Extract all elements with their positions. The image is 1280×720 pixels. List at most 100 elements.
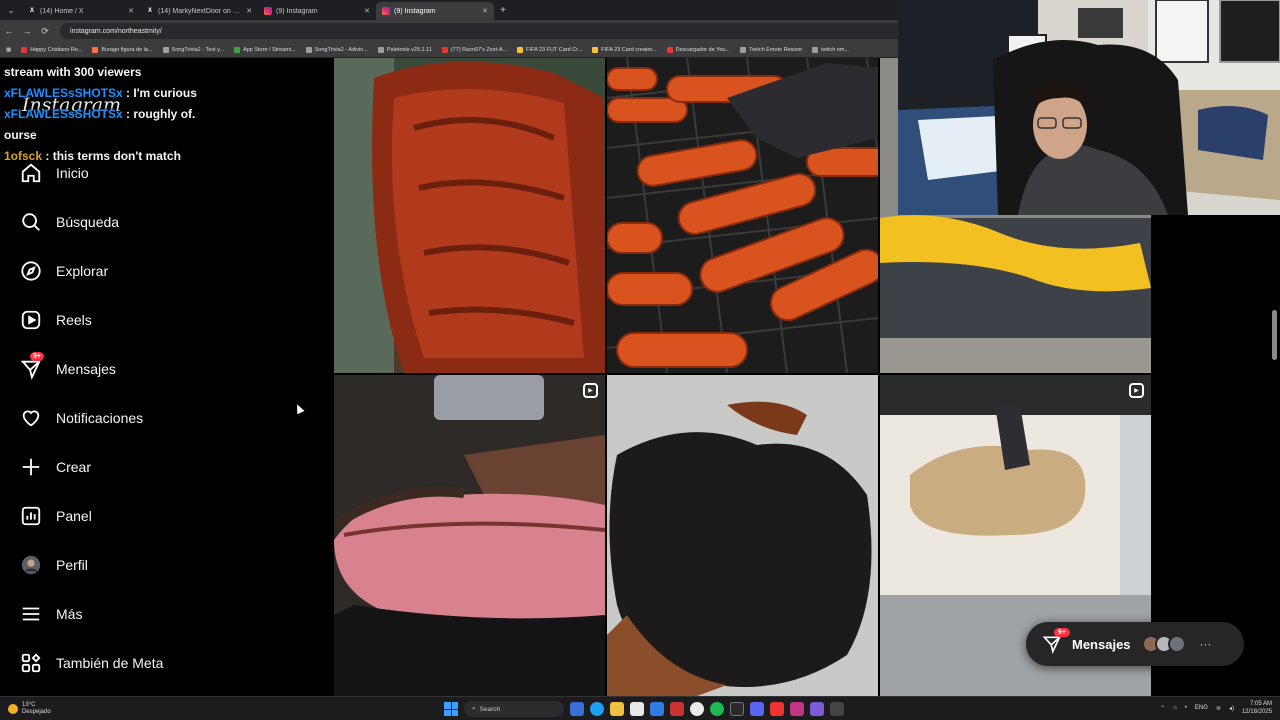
network-icon[interactable]: ⌂ [1173, 705, 1177, 711]
menu-icon [20, 603, 42, 625]
search-icon [20, 211, 42, 233]
windows-taskbar: 13°C Despejado ⌕ Search ⌃ ⌂ • ENG ≋ ◂) 7… [0, 696, 1280, 720]
sidebar-item-explorar[interactable]: Explorar [20, 256, 310, 286]
mail-icon[interactable] [650, 702, 664, 716]
browser-tab[interactable]: (9) Instagram ✕ [258, 2, 376, 20]
post-thumbnail[interactable]: ▶ [334, 375, 605, 696]
bookmark-item[interactable]: SongTrivia2 - Adivin... [305, 46, 368, 53]
sidebar-item-mensajes[interactable]: 9+ Mensajes [20, 352, 310, 384]
browser-tab[interactable]: X (14) Home / X ✕ [22, 2, 140, 20]
edge-icon[interactable] [590, 702, 604, 716]
weather-temp: 13°C [22, 701, 36, 708]
clock-time: 7:05 AM [1249, 701, 1272, 707]
instagram-icon [264, 7, 272, 15]
taskbar-search[interactable]: ⌕ Search [464, 701, 564, 717]
forward-arrow-icon[interactable]: → [18, 26, 36, 36]
windows-start-icon[interactable] [444, 702, 458, 716]
bookmark-item[interactable]: Happy Cristiano Ro... [21, 46, 82, 53]
spotify-icon[interactable] [710, 702, 724, 716]
post-thumbnail[interactable] [334, 58, 605, 373]
meta-apps-icon [20, 652, 42, 674]
close-icon[interactable]: ✕ [482, 7, 488, 15]
language-indicator[interactable]: ENG [1195, 705, 1208, 711]
url-field[interactable]: instagram.com/northeastmity/ [60, 23, 920, 39]
bookmark-item[interactable]: Twitch Emote Resizer [740, 46, 802, 53]
close-icon[interactable]: ✕ [246, 7, 252, 15]
bookmark-item[interactable]: SongTrivia2 - Test y... [162, 46, 224, 53]
tab-search-chevron-icon[interactable]: ⌄ [0, 0, 22, 20]
messenger-icon: 9+ [20, 352, 44, 380]
compass-icon [20, 260, 42, 282]
chevron-up-icon[interactable]: ⌃ [1160, 705, 1165, 712]
bookmark-item[interactable]: FIFA 23 Card creator... [592, 46, 657, 53]
discord-icon[interactable] [750, 702, 764, 716]
webcam-feed [898, 0, 1280, 215]
heart-icon [20, 407, 42, 429]
sidebar-item-label: Mensajes [56, 361, 116, 377]
sidebar-item-label: Crear [56, 459, 92, 475]
volume-icon[interactable]: ◂) [1229, 705, 1234, 712]
reload-icon[interactable]: ⟳ [36, 26, 54, 37]
clock-date: 12/18/2025 [1241, 709, 1272, 715]
messages-label: Mensajes [1072, 636, 1131, 652]
sidebar-item-perfil[interactable]: Perfil [20, 550, 310, 580]
microphone-icon[interactable]: • [1185, 705, 1187, 711]
dashboard-icon [20, 505, 42, 527]
bookmark-item[interactable]: FIFA 23 FUT Card Cr... [517, 46, 582, 53]
weather-widget[interactable]: 13°C Despejado [0, 702, 80, 716]
tab-title: (14) Home / X [40, 7, 84, 15]
new-tab-button[interactable]: + [494, 5, 512, 16]
messages-floating-button[interactable]: 9+ Mensajes ··· [1026, 622, 1244, 666]
sidebar-item-inicio[interactable]: Inicio [20, 158, 310, 188]
app-icon[interactable] [830, 702, 844, 716]
sidebar-item-reels[interactable]: Reels [20, 305, 310, 335]
more-options-icon[interactable]: ··· [1200, 637, 1212, 651]
sidebar-item-panel[interactable]: Panel [20, 501, 310, 531]
sliced-brisket-photo [334, 375, 605, 696]
chrome-icon[interactable] [690, 702, 704, 716]
browser-tab-active[interactable]: (9) Instagram ✕ [376, 2, 494, 20]
chat-line: ourse [4, 128, 37, 142]
bookmark-item[interactable]: Burago figura de la... [92, 46, 153, 53]
bookmark-item[interactable]: App Store / Streami... [234, 46, 296, 53]
chat-line: xFLAWLESsSHOTSx : roughly of. [4, 107, 196, 121]
apps-grid-icon[interactable]: ▦ [6, 47, 11, 53]
teams-icon[interactable] [810, 702, 824, 716]
task-view-icon[interactable] [570, 702, 584, 716]
bookmark-item[interactable]: Paletools v25.1.11 [377, 46, 432, 53]
notification-badge: 9+ [30, 352, 44, 361]
conversation-avatars [1141, 635, 1186, 653]
sidebar-item-notificaciones[interactable]: Notificaciones [20, 403, 310, 433]
browser-tab[interactable]: X (14) MarkyNextDoor on X: "My ✕ [140, 2, 258, 20]
streamer-webcam-overlay [898, 0, 1280, 215]
music-icon[interactable] [770, 702, 784, 716]
wifi-icon[interactable]: ≋ [1216, 705, 1221, 712]
bookmark-item[interactable]: Descargador de You... [666, 46, 730, 53]
tab-title: (9) Instagram [394, 7, 436, 15]
page-scrollbar[interactable] [1272, 310, 1277, 360]
reels-icon: ▶ [583, 383, 598, 398]
post-thumbnail[interactable] [607, 375, 878, 696]
sidebar-item-label: Más [56, 606, 83, 622]
xbox-icon[interactable] [730, 702, 744, 716]
back-arrow-icon[interactable]: ← [0, 26, 18, 36]
instagram-icon[interactable] [790, 702, 804, 716]
bookmark-item[interactable]: twitch em... [812, 46, 849, 53]
sidebar-item-label: Explorar [56, 263, 109, 279]
smoked-brisket-photo [607, 375, 878, 696]
weather-desc: Despejado [22, 708, 51, 715]
close-icon[interactable]: ✕ [364, 7, 370, 15]
file-explorer-icon[interactable] [610, 702, 624, 716]
close-icon[interactable]: ✕ [128, 7, 134, 15]
bookmark-item[interactable]: (77) Razo97's Zest-A... [441, 46, 507, 53]
store-icon[interactable] [630, 702, 644, 716]
sidebar-item-crear[interactable]: Crear [20, 452, 310, 482]
clock[interactable]: 7:05 AM 12/18/2025 [1242, 700, 1272, 716]
post-thumbnail[interactable] [607, 58, 878, 373]
reels-icon: ▶ [1129, 383, 1144, 398]
media-icon[interactable] [670, 702, 684, 716]
sidebar-item-tambien-de-meta[interactable]: También de Meta [20, 648, 310, 678]
sidebar-item-busqueda[interactable]: Búsqueda [20, 207, 310, 237]
notification-badge: 9+ [1054, 628, 1070, 637]
sidebar-item-mas[interactable]: Más [20, 599, 310, 629]
